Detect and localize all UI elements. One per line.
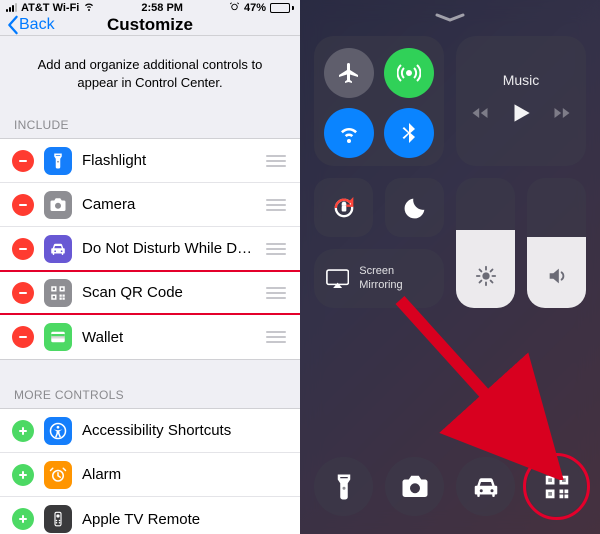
include-list: Flashlight Camera Do Not Disturb While Dri… xyxy=(0,138,300,360)
list-item: Apple TV Remote xyxy=(0,497,300,534)
camera-icon xyxy=(44,191,72,219)
add-button[interactable] xyxy=(12,464,34,486)
wifi-toggle[interactable] xyxy=(324,108,374,158)
settings-screen: AT&T Wi-Fi 2:58 PM 47% Back Customize Ad… xyxy=(0,0,300,534)
list-item: Do Not Disturb While Driving xyxy=(0,227,300,271)
brightness-icon xyxy=(475,265,497,292)
carrier-label: AT&T Wi-Fi xyxy=(21,2,79,14)
item-label: Do Not Disturb While Driving xyxy=(82,240,256,257)
remove-button[interactable] xyxy=(12,282,34,304)
cellular-toggle[interactable] xyxy=(384,48,434,98)
screen-mirroring-label: Screen Mirroring xyxy=(359,265,432,291)
item-label: Apple TV Remote xyxy=(82,511,288,528)
list-item: Wallet xyxy=(0,315,300,359)
clock-label: 2:58 PM xyxy=(141,2,183,14)
accessibility-icon xyxy=(44,417,72,445)
item-label: Camera xyxy=(82,196,256,213)
list-item: Camera xyxy=(0,183,300,227)
car-icon xyxy=(44,235,72,263)
screen-mirroring-button[interactable]: Screen Mirroring xyxy=(314,249,444,308)
drag-handle[interactable] xyxy=(266,155,288,167)
remote-icon xyxy=(44,505,72,533)
nav-bar: Back Customize xyxy=(0,15,300,36)
status-bar: AT&T Wi-Fi 2:58 PM 47% xyxy=(0,0,300,15)
back-button[interactable]: Back xyxy=(6,15,55,35)
battery-icon xyxy=(270,3,294,13)
signal-icon xyxy=(6,3,17,12)
wallet-icon xyxy=(44,323,72,351)
music-title: Music xyxy=(503,72,540,88)
connectivity-panel[interactable] xyxy=(314,36,444,166)
battery-pct: 47% xyxy=(244,2,266,14)
cc-qr-button[interactable] xyxy=(527,457,586,516)
flashlight-icon xyxy=(44,147,72,175)
remove-button[interactable] xyxy=(12,194,34,216)
bluetooth-toggle[interactable] xyxy=(384,108,434,158)
play-icon[interactable] xyxy=(508,100,534,131)
wifi-icon xyxy=(83,0,95,15)
list-item: Scan QR Code xyxy=(0,271,300,315)
page-title: Customize xyxy=(107,15,193,35)
prev-track-icon[interactable] xyxy=(470,103,490,128)
item-label: Accessibility Shortcuts xyxy=(82,422,288,439)
list-item: Flashlight xyxy=(0,139,300,183)
qr-icon xyxy=(44,279,72,307)
item-label: Wallet xyxy=(82,329,256,346)
drag-handle[interactable] xyxy=(266,199,288,211)
add-button[interactable] xyxy=(12,508,34,530)
alarm-icon xyxy=(44,461,72,489)
drag-handle[interactable] xyxy=(266,243,288,255)
control-center: Music Screen Mirroring xyxy=(300,0,600,534)
airplane-toggle[interactable] xyxy=(324,48,374,98)
rotation-lock-button[interactable] xyxy=(314,178,373,237)
annotation-circle xyxy=(523,453,590,520)
item-label: Flashlight xyxy=(82,152,256,169)
remove-button[interactable] xyxy=(12,238,34,260)
remove-button[interactable] xyxy=(12,150,34,172)
alarm-icon xyxy=(229,1,240,15)
cc-camera-button[interactable] xyxy=(385,457,444,516)
next-track-icon[interactable] xyxy=(552,103,572,128)
add-button[interactable] xyxy=(12,420,34,442)
music-panel[interactable]: Music xyxy=(456,36,586,166)
section-header-include: INCLUDE xyxy=(0,112,300,138)
drag-handle[interactable] xyxy=(266,287,288,299)
cc-car-button[interactable] xyxy=(456,457,515,516)
drag-handle[interactable] xyxy=(266,331,288,343)
item-label: Scan QR Code xyxy=(82,284,256,301)
description-text: Add and organize additional controls to … xyxy=(0,36,300,112)
remove-button[interactable] xyxy=(12,326,34,348)
list-item: Accessibility Shortcuts xyxy=(0,409,300,453)
item-label: Alarm xyxy=(82,466,288,483)
dnd-button[interactable] xyxy=(385,178,444,237)
more-list: Accessibility Shortcuts Alarm Apple TV Rem… xyxy=(0,408,300,534)
cc-flashlight-button[interactable] xyxy=(314,457,373,516)
brightness-slider[interactable] xyxy=(456,178,515,308)
back-label: Back xyxy=(19,16,55,34)
list-item: Alarm xyxy=(0,453,300,497)
section-header-more: MORE CONTROLS xyxy=(0,382,300,408)
volume-icon xyxy=(546,265,568,292)
volume-slider[interactable] xyxy=(527,178,586,308)
